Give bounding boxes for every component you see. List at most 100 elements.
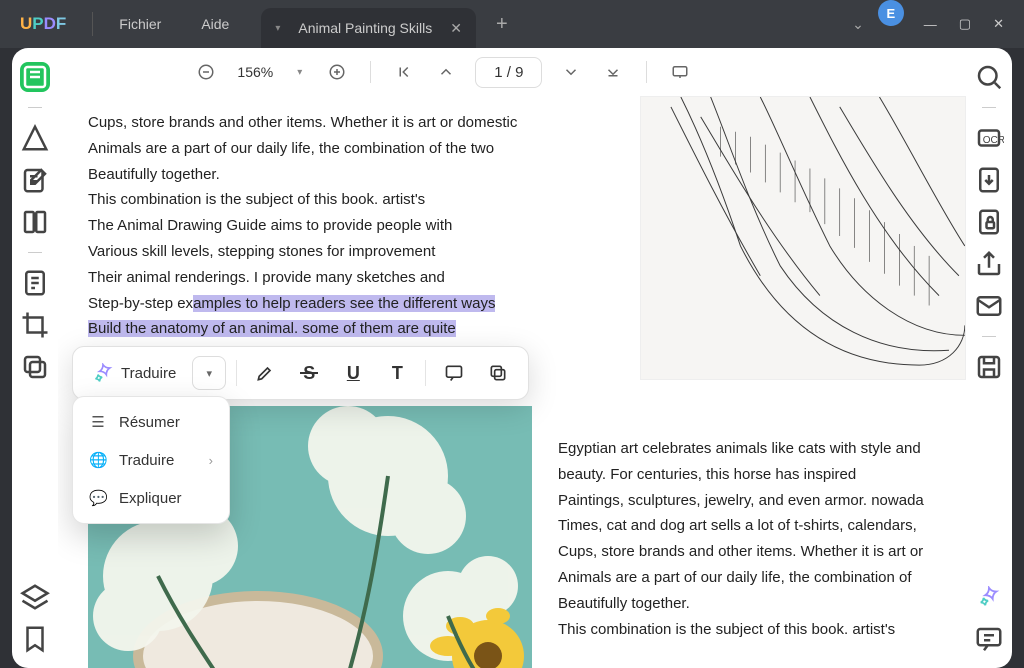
ocr-button[interactable]: OCR	[974, 123, 1004, 153]
ai-translate-button[interactable]: Traduire	[85, 355, 184, 391]
user-avatar[interactable]: E	[878, 0, 904, 26]
selected-text[interactable]: Build the anatomy of an animal. some of …	[88, 320, 456, 337]
reader-mode-button[interactable]	[20, 62, 50, 92]
document-viewport[interactable]: Cups, store brands and other items. Whet…	[58, 96, 966, 668]
right-sidebar: OCR	[966, 48, 1012, 668]
window-controls: — ▢ ✕	[904, 0, 1024, 48]
title-bar: UPDF Fichier Aide ▾ Animal Painting Skil…	[0, 0, 1024, 48]
left-sidebar	[12, 48, 58, 668]
menu-file[interactable]: Fichier	[99, 0, 181, 48]
divider	[982, 336, 996, 337]
divider	[28, 107, 42, 108]
text-line[interactable]: beauty. For centuries, this horse has in…	[558, 462, 966, 488]
add-tab-button[interactable]: +	[482, 13, 522, 36]
forms-button[interactable]	[20, 268, 50, 298]
zoom-in-button[interactable]	[324, 59, 350, 85]
maximize-icon[interactable]: ▢	[959, 16, 971, 32]
first-page-button[interactable]	[391, 59, 417, 85]
underline-button[interactable]: U	[335, 355, 371, 391]
close-icon[interactable]: ✕	[450, 20, 462, 37]
email-button[interactable]	[974, 291, 1004, 321]
text-line[interactable]: Build the anatomy of an animal. some of …	[88, 316, 578, 342]
ai-icon	[93, 363, 113, 383]
animal-sketch-image	[640, 96, 966, 380]
save-button[interactable]	[974, 352, 1004, 382]
presentation-button[interactable]	[667, 59, 693, 85]
divider	[236, 360, 237, 386]
text-line[interactable]: Step-by-step examples to help readers se…	[88, 291, 578, 317]
highlight-button[interactable]	[247, 355, 283, 391]
main-menu: Fichier Aide	[99, 0, 249, 48]
convert-button[interactable]	[974, 165, 1004, 195]
chevron-down-icon[interactable]: ▾	[275, 23, 280, 34]
page-layout-button[interactable]	[20, 207, 50, 237]
summarize-label: Résumer	[119, 414, 180, 431]
minimize-icon[interactable]: —	[924, 17, 937, 32]
translate-icon: 🌐	[89, 451, 107, 469]
text-line[interactable]: Various skill levels, stepping stones fo…	[88, 239, 578, 265]
squiggly-button[interactable]: T	[379, 355, 415, 391]
text-line[interactable]: Cups, store brands and other items. Whet…	[558, 539, 966, 565]
text-line[interactable]: Paintings, sculptures, jewelry, and even…	[558, 488, 966, 514]
copy-button[interactable]	[480, 355, 516, 391]
text-line[interactable]: Beautifully together.	[88, 162, 578, 188]
app-body: 156% ▾ 1 / 9 Cups, store brands and othe…	[0, 48, 1024, 668]
edit-pdf-button[interactable]	[20, 165, 50, 195]
last-page-button[interactable]	[600, 59, 626, 85]
view-toolbar: 156% ▾ 1 / 9	[58, 48, 966, 96]
zoom-out-button[interactable]	[193, 59, 219, 85]
next-page-button[interactable]	[558, 59, 584, 85]
text-line[interactable]: This combination is the subject of this …	[558, 617, 966, 643]
share-button[interactable]	[974, 249, 1004, 279]
selection-toolbar: Traduire ▾ S U T	[72, 346, 529, 400]
translate-label: Traduire	[121, 365, 176, 382]
text-line[interactable]: This combination is the subject of this …	[88, 187, 578, 213]
text-line[interactable]: Animals are a part of our daily life, th…	[88, 136, 578, 162]
comment-button[interactable]	[436, 355, 472, 391]
tab-title: Animal Painting Skills	[298, 20, 432, 36]
window-menu-caret[interactable]: ⌄	[838, 16, 878, 33]
document-area: 156% ▾ 1 / 9 Cups, store brands and othe…	[58, 48, 966, 668]
text-line[interactable]: Animals are a part of our daily life, th…	[558, 565, 966, 591]
ai-dropdown-toggle[interactable]: ▾	[192, 356, 226, 390]
divider	[92, 12, 93, 36]
ai-assistant-button[interactable]	[974, 582, 1004, 612]
text-line[interactable]: Their animal renderings. I provide many …	[88, 265, 578, 291]
divider	[370, 61, 371, 83]
close-window-icon[interactable]: ✕	[993, 16, 1004, 32]
crop-button[interactable]	[20, 310, 50, 340]
text-column-2[interactable]: Egyptian art celebrates animals like cat…	[558, 436, 966, 642]
strikethrough-button[interactable]: S	[291, 355, 327, 391]
duplicate-button[interactable]	[20, 352, 50, 382]
divider	[982, 107, 996, 108]
text-line[interactable]: The Animal Drawing Guide aims to provide…	[88, 213, 578, 239]
protect-button[interactable]	[974, 207, 1004, 237]
list-icon: ☰	[89, 413, 107, 431]
menu-summarize[interactable]: ☰ Résumer	[79, 403, 223, 441]
text-line[interactable]: Beautifully together.	[558, 591, 966, 617]
annotate-button[interactable]	[20, 123, 50, 153]
svg-text:OCR: OCR	[983, 135, 1004, 146]
zoom-dropdown[interactable]: ▾	[291, 67, 308, 78]
page-content: Cups, store brands and other items. Whet…	[58, 96, 966, 668]
prev-page-button[interactable]	[433, 59, 459, 85]
document-tab[interactable]: ▾ Animal Painting Skills ✕	[261, 8, 476, 48]
explain-icon: 💬	[89, 489, 107, 507]
divider	[425, 360, 426, 386]
explain-label: Expliquer	[119, 490, 182, 507]
search-button[interactable]	[974, 62, 1004, 92]
chat-button[interactable]	[974, 624, 1004, 654]
text-line[interactable]: Times, cat and dog art sells a lot of t-…	[558, 513, 966, 539]
menu-help[interactable]: Aide	[181, 0, 249, 48]
selected-text[interactable]: amples to help readers see the different…	[193, 295, 495, 312]
page-indicator[interactable]: 1 / 9	[475, 57, 542, 88]
ai-dropdown-menu: ☰ Résumer 🌐 Traduire › 💬 Expliquer	[72, 396, 230, 524]
menu-translate[interactable]: 🌐 Traduire ›	[79, 441, 223, 479]
text-line[interactable]: Cups, store brands and other items. Whet…	[88, 110, 578, 136]
text-column-1[interactable]: Cups, store brands and other items. Whet…	[88, 110, 578, 342]
layers-button[interactable]	[20, 582, 50, 612]
bookmark-button[interactable]	[20, 624, 50, 654]
menu-explain[interactable]: 💬 Expliquer	[79, 479, 223, 517]
app-logo: UPDF	[0, 0, 86, 48]
text-line[interactable]: Egyptian art celebrates animals like cat…	[558, 436, 966, 462]
